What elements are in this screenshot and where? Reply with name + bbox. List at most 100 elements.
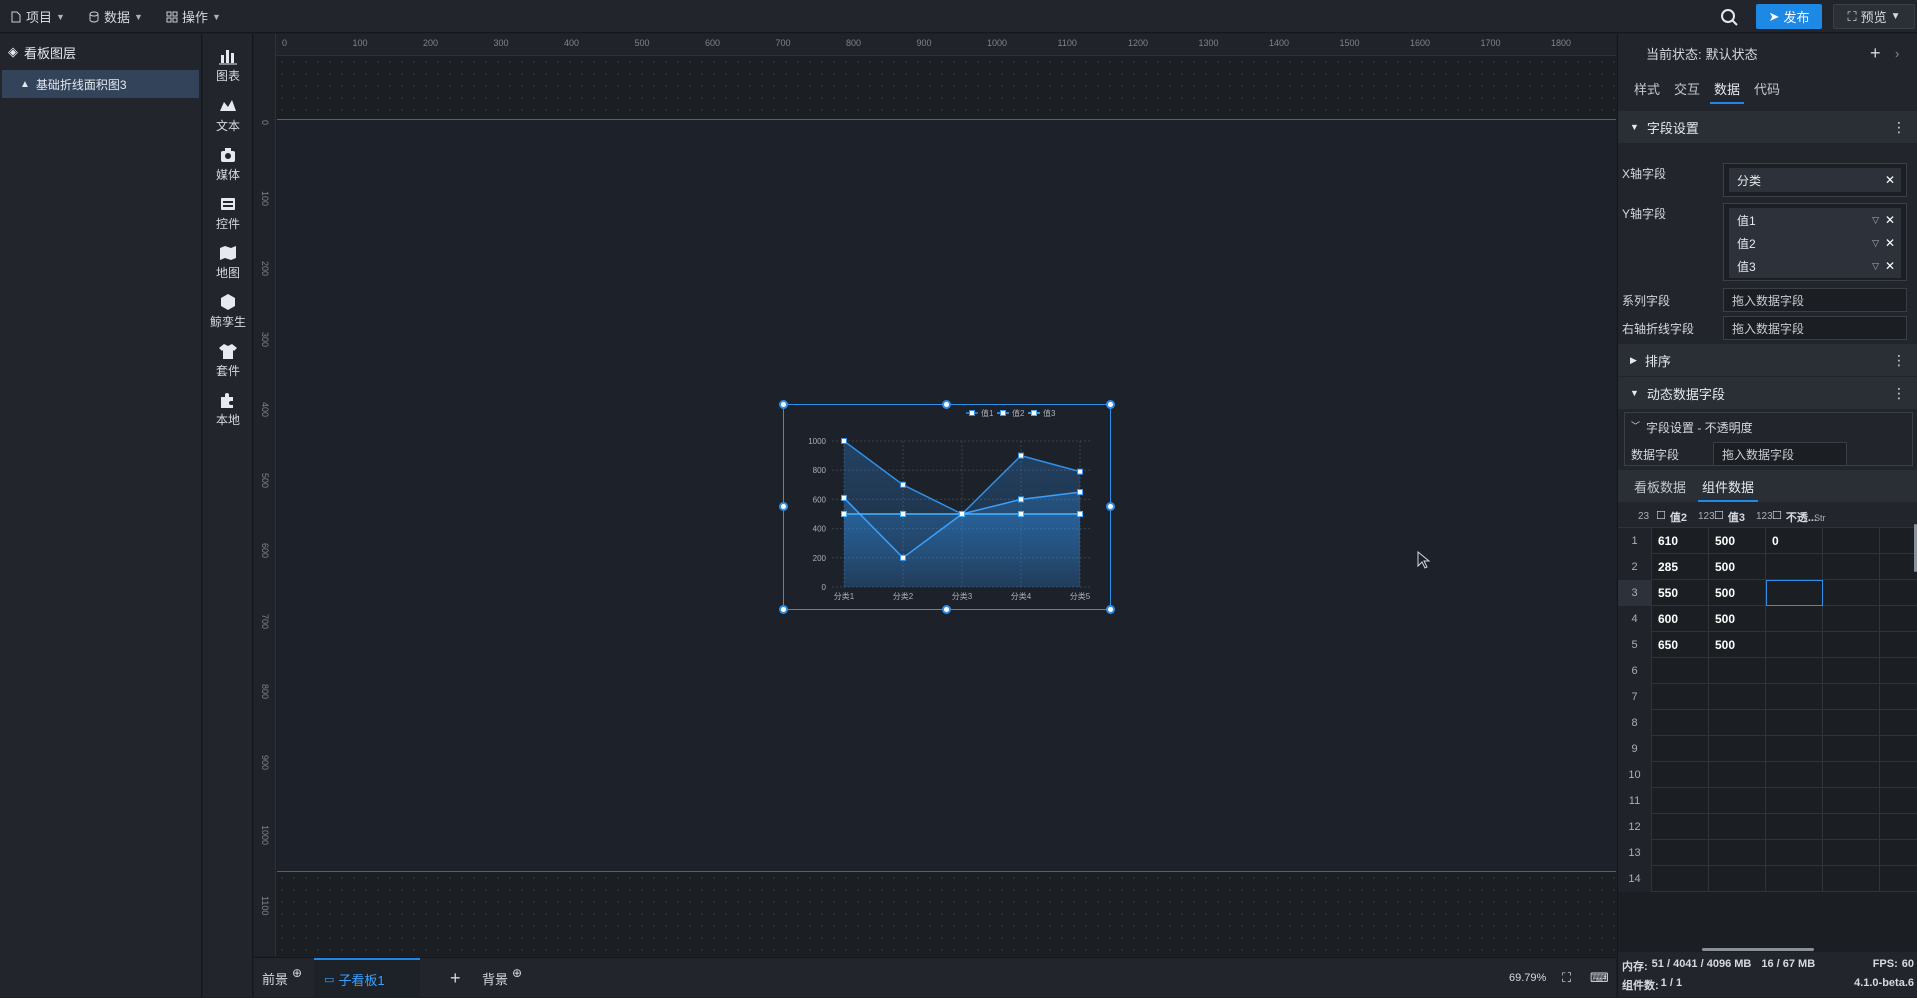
resize-handle-e[interactable] [1106, 502, 1115, 511]
table-cell[interactable] [1766, 554, 1823, 580]
resize-handle-w[interactable] [779, 502, 788, 511]
series-field-drop[interactable]: 拖入数据字段 [1723, 288, 1907, 312]
checkbox-icon[interactable]: ☐ [1714, 509, 1724, 525]
table-cell[interactable] [1823, 580, 1880, 606]
table-cell[interactable] [1709, 710, 1766, 736]
table-cell[interactable] [1823, 658, 1880, 684]
tab-foreground[interactable]: 前景 ⊕ [262, 958, 302, 998]
resize-handle-nw[interactable] [779, 400, 788, 409]
chevron-right-icon[interactable]: › [1895, 46, 1899, 61]
resize-handle-ne[interactable] [1106, 400, 1115, 409]
resize-handle-se[interactable] [1106, 605, 1115, 614]
chevron-down-icon[interactable]: ▽ [1872, 215, 1879, 226]
tool-chart[interactable]: 图表 [203, 40, 253, 90]
preview-button[interactable]: ⛶ 预览 ▼ [1833, 4, 1915, 29]
column-header[interactable]: ☐ 值2 [1656, 509, 1687, 525]
resize-handle-sw[interactable] [779, 605, 788, 614]
table-cell[interactable] [1823, 684, 1880, 710]
table-cell[interactable] [1709, 762, 1766, 788]
table-cell[interactable]: 500 [1709, 632, 1766, 658]
table-cell[interactable] [1766, 658, 1823, 684]
data-grid[interactable]: 23 ☐ 值2 123 ☐ 值3 123 ☐ 不透... Str 1 610 500 0 2 2… [1618, 504, 1917, 952]
y-axis-tag[interactable]: 值3 ▽ ✕ [1729, 254, 1901, 278]
table-cell[interactable] [1652, 658, 1709, 684]
tab-style[interactable]: 样式 [1634, 72, 1660, 104]
add-board-button[interactable]: + [450, 958, 461, 998]
field-settings-header[interactable]: ▼ 字段设置 ⋮ [1618, 111, 1917, 143]
chevron-down-icon[interactable]: ▽ [1872, 238, 1879, 249]
table-cell[interactable] [1709, 658, 1766, 684]
table-cell[interactable] [1823, 606, 1880, 632]
layer-item[interactable]: ▲ 基础折线面积图3 [2, 70, 199, 98]
right-axis-drop[interactable]: 拖入数据字段 [1723, 316, 1907, 340]
table-cell[interactable] [1823, 736, 1880, 762]
close-icon[interactable]: ✕ [1885, 213, 1895, 227]
table-cell[interactable] [1766, 788, 1823, 814]
table-cell[interactable] [1766, 580, 1823, 606]
close-icon[interactable]: ✕ [1885, 236, 1895, 250]
column-header[interactable]: ☐ 不透... [1772, 509, 1817, 525]
x-axis-tag[interactable]: 分类 ✕ [1729, 168, 1901, 192]
table-cell[interactable] [1709, 684, 1766, 710]
table-cell[interactable] [1709, 814, 1766, 840]
more-icon[interactable]: ⋮ [1892, 386, 1906, 400]
table-cell[interactable] [1823, 554, 1880, 580]
table-cell[interactable]: 500 [1709, 580, 1766, 606]
table-cell[interactable] [1823, 710, 1880, 736]
table-cell[interactable] [1823, 632, 1880, 658]
tab-component-data[interactable]: 组件数据 [1698, 470, 1759, 502]
add-circle-icon[interactable]: ⊕ [512, 966, 522, 980]
checkbox-icon[interactable]: ☐ [1772, 509, 1782, 525]
table-cell[interactable] [1652, 736, 1709, 762]
table-cell[interactable] [1766, 684, 1823, 710]
table-cell[interactable] [1766, 840, 1823, 866]
y-axis-tag[interactable]: 值2 ▽ ✕ [1729, 231, 1901, 255]
tool-suite[interactable]: 套件 [203, 335, 253, 385]
menu-operate[interactable]: 操作 ▼ [166, 0, 221, 33]
table-cell[interactable] [1766, 710, 1823, 736]
data-field-drop[interactable]: 拖入数据字段 [1713, 442, 1847, 466]
table-cell[interactable]: 650 [1652, 632, 1709, 658]
table-cell[interactable]: 550 [1652, 580, 1709, 606]
chart-component[interactable]: 0 200 400 600 800 1000 分类1 分类2 分类3 分类4 分类5 值1 值2 值3 [783, 404, 1111, 610]
tab-code[interactable]: 代码 [1754, 72, 1780, 104]
tool-twin[interactable]: 鲸孪生 [203, 286, 253, 336]
x-axis-field[interactable]: 分类 ✕ [1723, 163, 1907, 197]
table-cell[interactable] [1652, 684, 1709, 710]
table-cell[interactable] [1652, 814, 1709, 840]
tab-board-data[interactable]: 看板数据 [1634, 470, 1686, 502]
opacity-subsection-header[interactable]: ﹀ 字段设置 - 不透明度 [1631, 419, 1753, 436]
table-cell[interactable]: 610 [1652, 528, 1709, 554]
table-cell[interactable] [1766, 814, 1823, 840]
dynamic-field-header[interactable]: ▼ 动态数据字段 ⋮ [1618, 377, 1917, 409]
publish-button[interactable]: ➤ 发布 [1756, 4, 1822, 29]
tool-map[interactable]: 地图 [203, 237, 253, 287]
sort-header[interactable]: ▶ 排序 ⋮ [1618, 344, 1917, 376]
horizontal-scrollbar[interactable] [1702, 948, 1814, 951]
table-cell[interactable] [1823, 814, 1880, 840]
table-cell[interactable] [1709, 736, 1766, 762]
search-icon[interactable] [1718, 6, 1740, 28]
table-cell[interactable] [1709, 840, 1766, 866]
table-cell[interactable] [1652, 710, 1709, 736]
table-cell[interactable]: 500 [1709, 528, 1766, 554]
table-cell[interactable]: 500 [1709, 606, 1766, 632]
table-cell[interactable] [1823, 762, 1880, 788]
table-cell[interactable] [1652, 788, 1709, 814]
tool-text[interactable]: 文本 [203, 90, 253, 140]
table-cell[interactable] [1652, 762, 1709, 788]
tool-control[interactable]: 控件 [203, 188, 253, 238]
table-cell[interactable] [1766, 736, 1823, 762]
close-icon[interactable]: ✕ [1885, 259, 1895, 273]
table-cell[interactable]: 285 [1652, 554, 1709, 580]
table-cell[interactable]: 0 [1766, 528, 1823, 554]
table-cell[interactable] [1652, 840, 1709, 866]
table-cell[interactable] [1709, 866, 1766, 892]
close-icon[interactable]: ✕ [1885, 173, 1895, 187]
fit-screen-button[interactable]: ⛶ [1562, 958, 1571, 998]
table-cell[interactable] [1823, 528, 1880, 554]
tool-media[interactable]: 媒体 [203, 139, 253, 189]
table-cell[interactable]: 600 [1652, 606, 1709, 632]
table-cell[interactable] [1652, 866, 1709, 892]
resize-handle-s[interactable] [942, 605, 951, 614]
